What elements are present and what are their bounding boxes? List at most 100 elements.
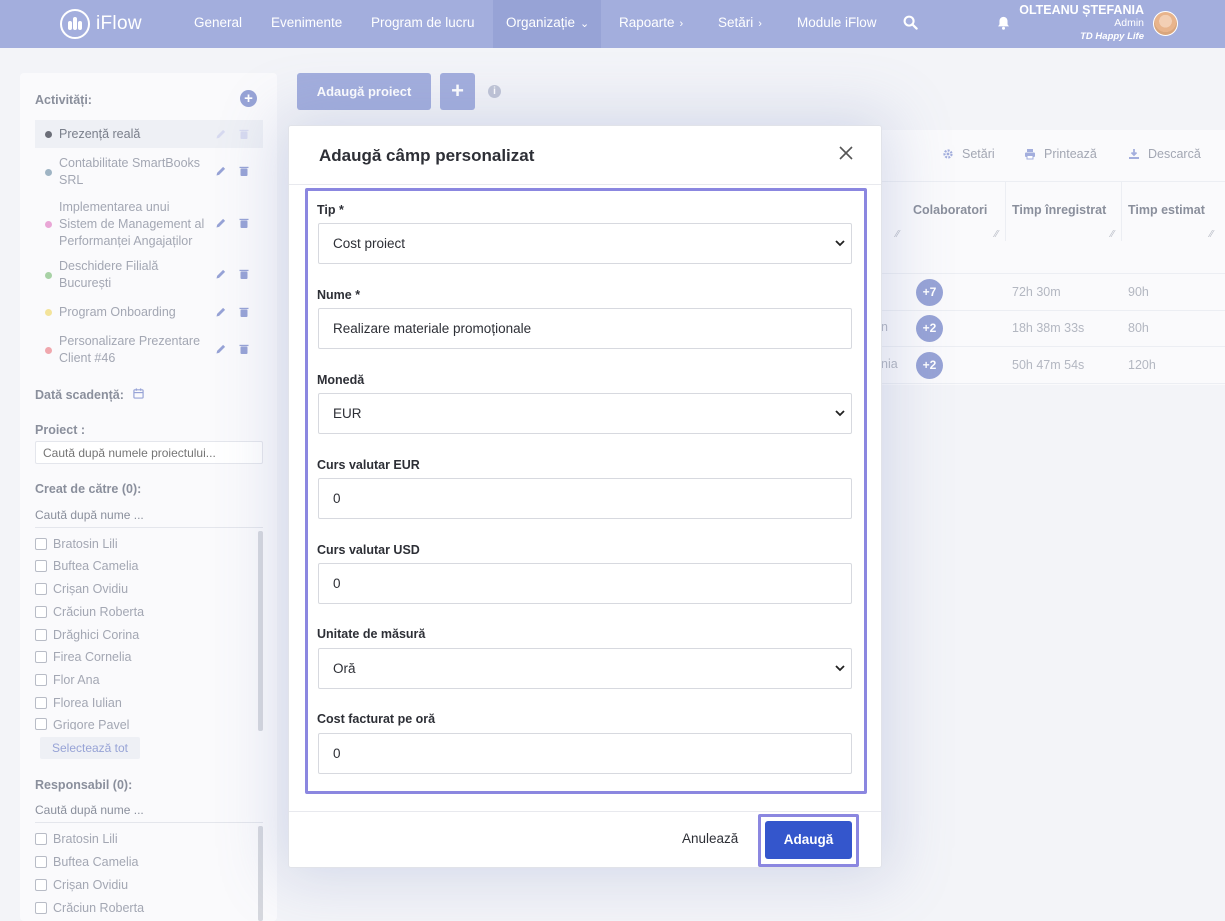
nav-organizatie[interactable]: Organizație ⌄ [493, 0, 601, 48]
unit-select[interactable]: Oră [318, 648, 852, 689]
settings-label: Setări [962, 147, 995, 161]
hourly-cost-input[interactable]: 0 [318, 733, 852, 774]
usd-rate-value: 0 [333, 576, 341, 591]
close-icon[interactable] [838, 145, 854, 161]
user-checkbox-row[interactable]: Firea Cornelia [35, 650, 132, 664]
created-by-search-input[interactable]: Caută după nume ... [35, 508, 263, 528]
resize-icon[interactable]: ⁄⁄ [1210, 229, 1213, 240]
trash-icon[interactable] [238, 306, 250, 318]
trash-icon[interactable] [238, 268, 250, 280]
pencil-icon[interactable] [215, 165, 227, 177]
type-label: Tip * [317, 203, 344, 217]
resize-icon[interactable]: ⁄⁄ [896, 229, 899, 240]
checkbox[interactable] [35, 651, 47, 663]
iflow-logo[interactable]: iFlow [60, 9, 142, 39]
nav-module-label: Module iFlow [797, 15, 877, 30]
resize-icon[interactable]: ⁄⁄ [995, 229, 998, 240]
user-checkbox-row[interactable]: Crăciun Roberta [35, 605, 144, 619]
add-project-button[interactable]: Adaugă proiect [297, 73, 431, 110]
nav-evenimente[interactable]: Evenimente [271, 0, 342, 48]
settings-button[interactable]: Setări [942, 147, 995, 161]
checkbox[interactable] [35, 833, 47, 845]
checkbox[interactable] [35, 560, 47, 572]
pencil-icon[interactable] [215, 268, 227, 280]
checkbox[interactable] [35, 583, 47, 595]
currency-select[interactable]: EUR [318, 393, 852, 434]
nav-module-iflow[interactable]: Module iFlow [797, 0, 877, 48]
print-button[interactable]: Printează [1024, 147, 1097, 161]
user-checkbox-row[interactable]: Bratosin Lili [35, 832, 118, 846]
type-select[interactable]: Cost proiect [318, 223, 852, 264]
trash-icon[interactable] [238, 165, 250, 177]
responsible-search-input[interactable]: Caută după nume ... [35, 803, 263, 823]
name-input[interactable]: Realizare materiale promoționale [318, 308, 852, 349]
usd-rate-input[interactable]: 0 [318, 563, 852, 604]
resize-icon[interactable]: ⁄⁄ [1111, 229, 1114, 240]
scrollbar[interactable] [258, 826, 263, 921]
user-checkbox-row[interactable]: Crișan Ovidiu [35, 878, 128, 892]
user-checkbox-row[interactable]: Grigore Pavel [35, 718, 129, 730]
user-checkbox-row[interactable]: Buftea Camelia [35, 855, 138, 869]
select-all-button[interactable]: Selectează tot [40, 737, 140, 759]
user-menu[interactable]: OLTEANU ȘTEFANIA Admin TD Happy Life [1019, 4, 1144, 43]
user-checkbox-row[interactable]: Crișan Ovidiu [35, 582, 128, 596]
user-checkbox-row[interactable]: Crăciun Roberta [35, 901, 144, 915]
collaborators-badge[interactable]: +2 [916, 315, 943, 342]
eur-rate-input[interactable]: 0 [318, 478, 852, 519]
activity-label: Contabilitate SmartBooks SRL [59, 156, 201, 187]
add-activity-icon[interactable]: + [240, 90, 257, 107]
user-checkbox-row[interactable]: Florea Iulian [35, 696, 122, 710]
activity-label: Personalizare Prezentare Client #46 [59, 334, 201, 365]
recorded-time-cell: 72h 30m [1012, 285, 1061, 299]
cancel-button[interactable]: Anulează [682, 831, 738, 846]
project-filter-label: Proiect : [35, 423, 86, 437]
collaborators-badge[interactable]: +7 [916, 279, 943, 306]
pencil-icon[interactable] [215, 217, 227, 229]
user-checkbox-row[interactable]: Drăghici Corina [35, 628, 139, 642]
column-header-collaborators[interactable]: Colaboratori [907, 181, 1006, 241]
search-icon[interactable] [903, 15, 918, 30]
trash-icon[interactable] [238, 343, 250, 355]
user-checkbox-row[interactable]: Buftea Camelia [35, 559, 138, 573]
nav-general[interactable]: General [194, 0, 242, 48]
user-checkbox-row[interactable]: Bratosin Lili [35, 537, 118, 551]
checkbox[interactable] [35, 856, 47, 868]
nav-rapoarte[interactable]: Rapoarte › [619, 0, 683, 48]
nav-program-de-lucru[interactable]: Program de lucru [371, 0, 475, 48]
activity-item[interactable]: Prezență reală [35, 120, 263, 148]
add-plus-button[interactable]: + [440, 73, 475, 110]
checkbox[interactable] [35, 697, 47, 709]
collaborators-badge[interactable]: +2 [916, 352, 943, 379]
pencil-icon[interactable] [215, 343, 227, 355]
trash-icon[interactable] [238, 128, 250, 140]
checkbox[interactable] [35, 879, 47, 891]
activity-color-dot [45, 347, 52, 354]
type-select-value: Cost proiect [333, 236, 406, 251]
chevron-down-icon [835, 410, 845, 417]
user-checkbox-row[interactable]: Flor Ana [35, 673, 100, 687]
trash-icon[interactable] [238, 217, 250, 229]
scrollbar[interactable] [258, 531, 263, 731]
checkbox[interactable] [35, 718, 47, 730]
pencil-icon[interactable] [215, 306, 227, 318]
checkbox[interactable] [35, 674, 47, 686]
bell-icon[interactable] [996, 15, 1011, 31]
name-input-value: Realizare materiale promoționale [333, 321, 532, 336]
pencil-icon[interactable] [215, 128, 227, 140]
checkbox[interactable] [35, 538, 47, 550]
activity-color-dot [45, 131, 52, 138]
checkbox[interactable] [35, 629, 47, 641]
activity-color-dot [45, 169, 52, 176]
checkbox[interactable] [35, 902, 47, 914]
nav-setari[interactable]: Setări › [718, 0, 762, 48]
checkbox[interactable] [35, 606, 47, 618]
info-icon[interactable]: i [488, 85, 501, 98]
avatar[interactable] [1153, 11, 1178, 36]
project-search-input[interactable] [35, 441, 263, 464]
print-label: Printează [1044, 147, 1097, 161]
download-button[interactable]: Descarcă [1128, 147, 1201, 161]
row-divider [880, 273, 1225, 274]
add-button[interactable]: Adaugă [765, 821, 852, 859]
column-header-recorded-time[interactable]: Timp înregistrat [1006, 181, 1122, 241]
calendar-icon[interactable] [133, 388, 144, 399]
